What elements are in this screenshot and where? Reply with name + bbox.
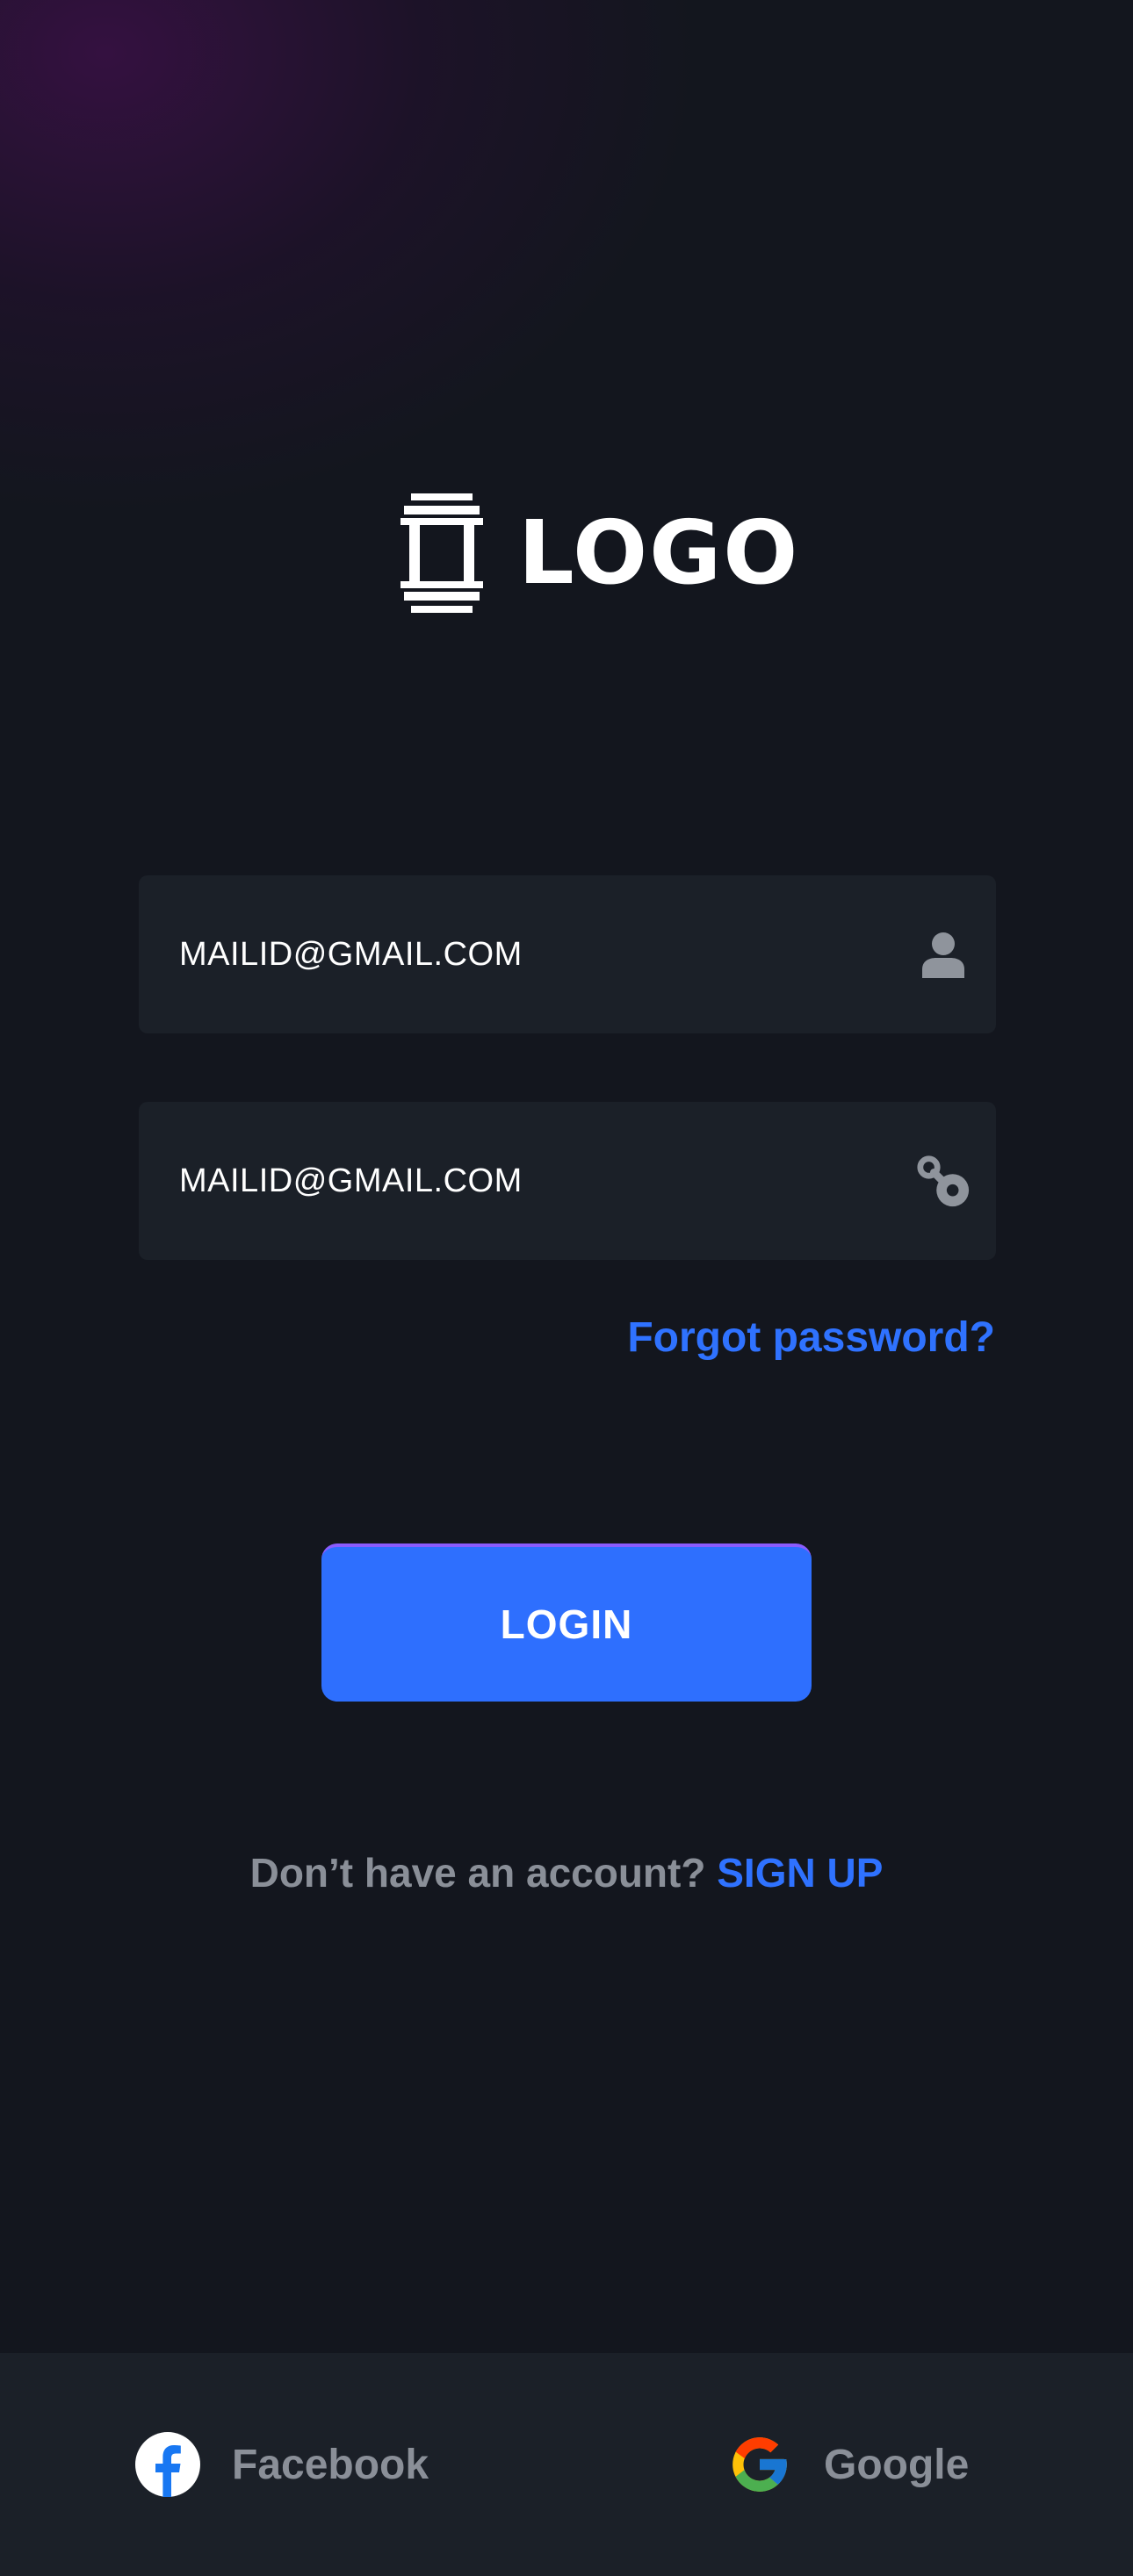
- key-icon: [915, 1153, 971, 1209]
- forgot-password-link[interactable]: Forgot password?: [627, 1313, 995, 1362]
- brand-logo: LOGO: [401, 493, 799, 613]
- facebook-icon: [135, 2432, 200, 2497]
- logo-text: LOGO: [518, 501, 800, 604]
- facebook-label: Facebook: [232, 2441, 429, 2488]
- email-value[interactable]: MAILID@GMAIL.COM: [179, 936, 915, 974]
- signup-row: Don’t have an account? SIGN UP: [0, 1849, 1133, 1896]
- google-label: Google: [824, 2441, 970, 2488]
- google-login-button[interactable]: Google: [727, 2353, 969, 2576]
- google-icon: [732, 2437, 787, 2492]
- signup-prompt: Don’t have an account?: [249, 1850, 706, 1896]
- pillar-logo-icon: [401, 493, 483, 613]
- social-login-bar: Facebook Google: [0, 2353, 1133, 2576]
- password-value[interactable]: MAILID@GMAIL.COM: [179, 1162, 915, 1200]
- user-icon: [915, 926, 971, 982]
- signup-link[interactable]: SIGN UP: [717, 1850, 883, 1896]
- email-field[interactable]: MAILID@GMAIL.COM: [139, 875, 996, 1033]
- facebook-login-button[interactable]: Facebook: [135, 2353, 429, 2576]
- password-field[interactable]: MAILID@GMAIL.COM: [139, 1102, 996, 1260]
- login-button[interactable]: LOGIN: [321, 1543, 812, 1702]
